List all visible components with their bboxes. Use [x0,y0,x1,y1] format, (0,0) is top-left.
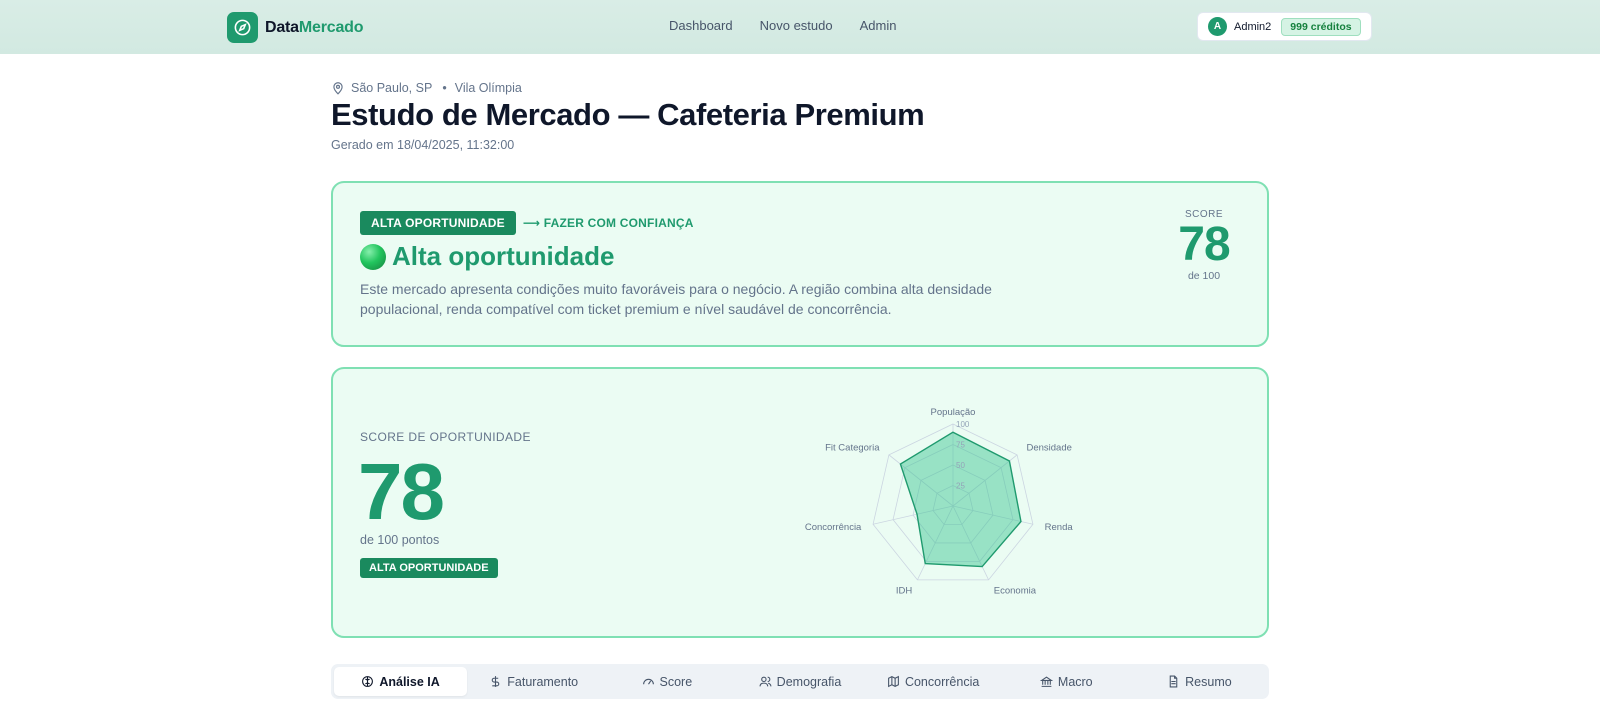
gauge-icon [642,678,654,685]
radar-chart: 25 50 75 100 População Densidade Renda Economia… [805,407,1074,597]
tab-label: Macro [1057,674,1093,689]
radar-tick-label: 75 [956,441,965,450]
brand-name-part2: Mercado [298,18,364,36]
bank-icon [1039,676,1053,687]
brand-name-part1: Data [265,18,299,36]
verdict-description: Este mercado apresenta condições muito f… [360,281,992,317]
report-tabs: Análise IA Faturamento Score Demografia … [331,664,1269,699]
opportunity-badge: ALTA OPORTUNIDADE [360,211,516,235]
tab-label: Score [659,674,693,689]
top-bar: DataMercado Dashboard Novo estudo Admin … [0,0,1600,54]
radar-axis-label: Renda [1045,522,1074,533]
opportunity-score-card: SCORE DE OPORTUNIDADE 78 de 100 pontos A… [331,367,1269,638]
opportunity-score-label: SCORE DE OPORTUNIDADE [360,430,531,444]
username: Admin2 [1234,20,1272,33]
nav-dashboard[interactable]: Dashboard [669,18,733,33]
verdict-card: ALTA OPORTUNIDADE ⟶ FAZER COM CONFIANÇA … [331,181,1269,347]
radar-axis-label: População [931,407,976,418]
radar-tick-label: 50 [956,461,965,470]
user-menu[interactable]: A Admin2 999 créditos [1197,12,1372,41]
brand-name: DataMercado [265,19,363,37]
opportunity-score-max: de 100 pontos [360,533,440,547]
tab-label: Faturamento [507,674,579,689]
radar-axis-label: Concorrência [805,522,862,533]
tab-analise-ia[interactable]: Análise IA [334,667,468,696]
tab-faturamento[interactable]: Faturamento [467,667,600,696]
brand-logo[interactable]: DataMercado [227,12,363,43]
avatar: A [1208,17,1227,36]
brain-icon [362,676,374,687]
verdict-badge-row: ALTA OPORTUNIDADE ⟶ FAZER COM CONFIANÇA [360,211,694,235]
location-breadcrumb: São Paulo, SP • Vila Olímpia [331,81,522,95]
tab-score[interactable]: Score [600,667,733,696]
recommendation-text: ⟶ FAZER COM CONFIANÇA [522,216,694,230]
radar-axis-label: Economia [994,586,1037,597]
green-circle-icon [360,243,386,270]
verdict-heading: Alta oportunidade [360,241,614,272]
users-icon [759,676,772,687]
main-nav: Dashboard Novo estudo Admin [669,18,896,33]
map-icon [888,675,899,688]
tab-label: Resumo [1185,674,1232,689]
tab-concorrencia[interactable]: Concorrência [867,667,1000,696]
compass-icon [227,12,258,43]
location-district: Vila Olímpia [454,81,522,95]
dollar-icon [491,676,500,687]
tab-macro[interactable]: Macro [1000,667,1133,696]
verdict-text: Alta oportunidade [392,241,615,271]
tab-label: Concorrência [904,674,980,689]
radar-tick-label: 100 [956,420,970,429]
score-max: de 100 [1187,270,1221,282]
credits-badge: 999 créditos [1281,17,1361,36]
tab-demografia[interactable]: Demografia [733,667,866,696]
opportunity-score-badge: ALTA OPORTUNIDADE [360,558,498,578]
separator-dot: • [442,81,447,95]
radar-tick-label: 25 [956,482,965,491]
nav-novo-estudo[interactable]: Novo estudo [760,18,833,33]
radar-axis-label: Fit Categoria [825,442,880,453]
radar-axis-label: IDH [896,586,913,597]
score-value: 78 [1178,218,1230,271]
page-title: Estudo de Mercado — Cafeteria Premium [331,97,925,132]
generated-timestamp: Gerado em 18/04/2025, 11:32:00 [331,138,515,152]
opportunity-score-value: 78 [358,447,445,536]
tab-label: Análise IA [379,674,440,689]
tab-resumo[interactable]: Resumo [1133,667,1266,696]
radar-data-area [899,431,1022,568]
nav-admin[interactable]: Admin [860,18,897,33]
map-pin-icon [333,82,343,95]
document-icon [1169,675,1178,688]
radar-axis-label: Densidade [1026,442,1071,453]
tab-label: Demografia [776,674,842,689]
location-city: São Paulo, SP [351,81,433,95]
score-summary: SCORE 78 de 100 [1169,209,1239,282]
